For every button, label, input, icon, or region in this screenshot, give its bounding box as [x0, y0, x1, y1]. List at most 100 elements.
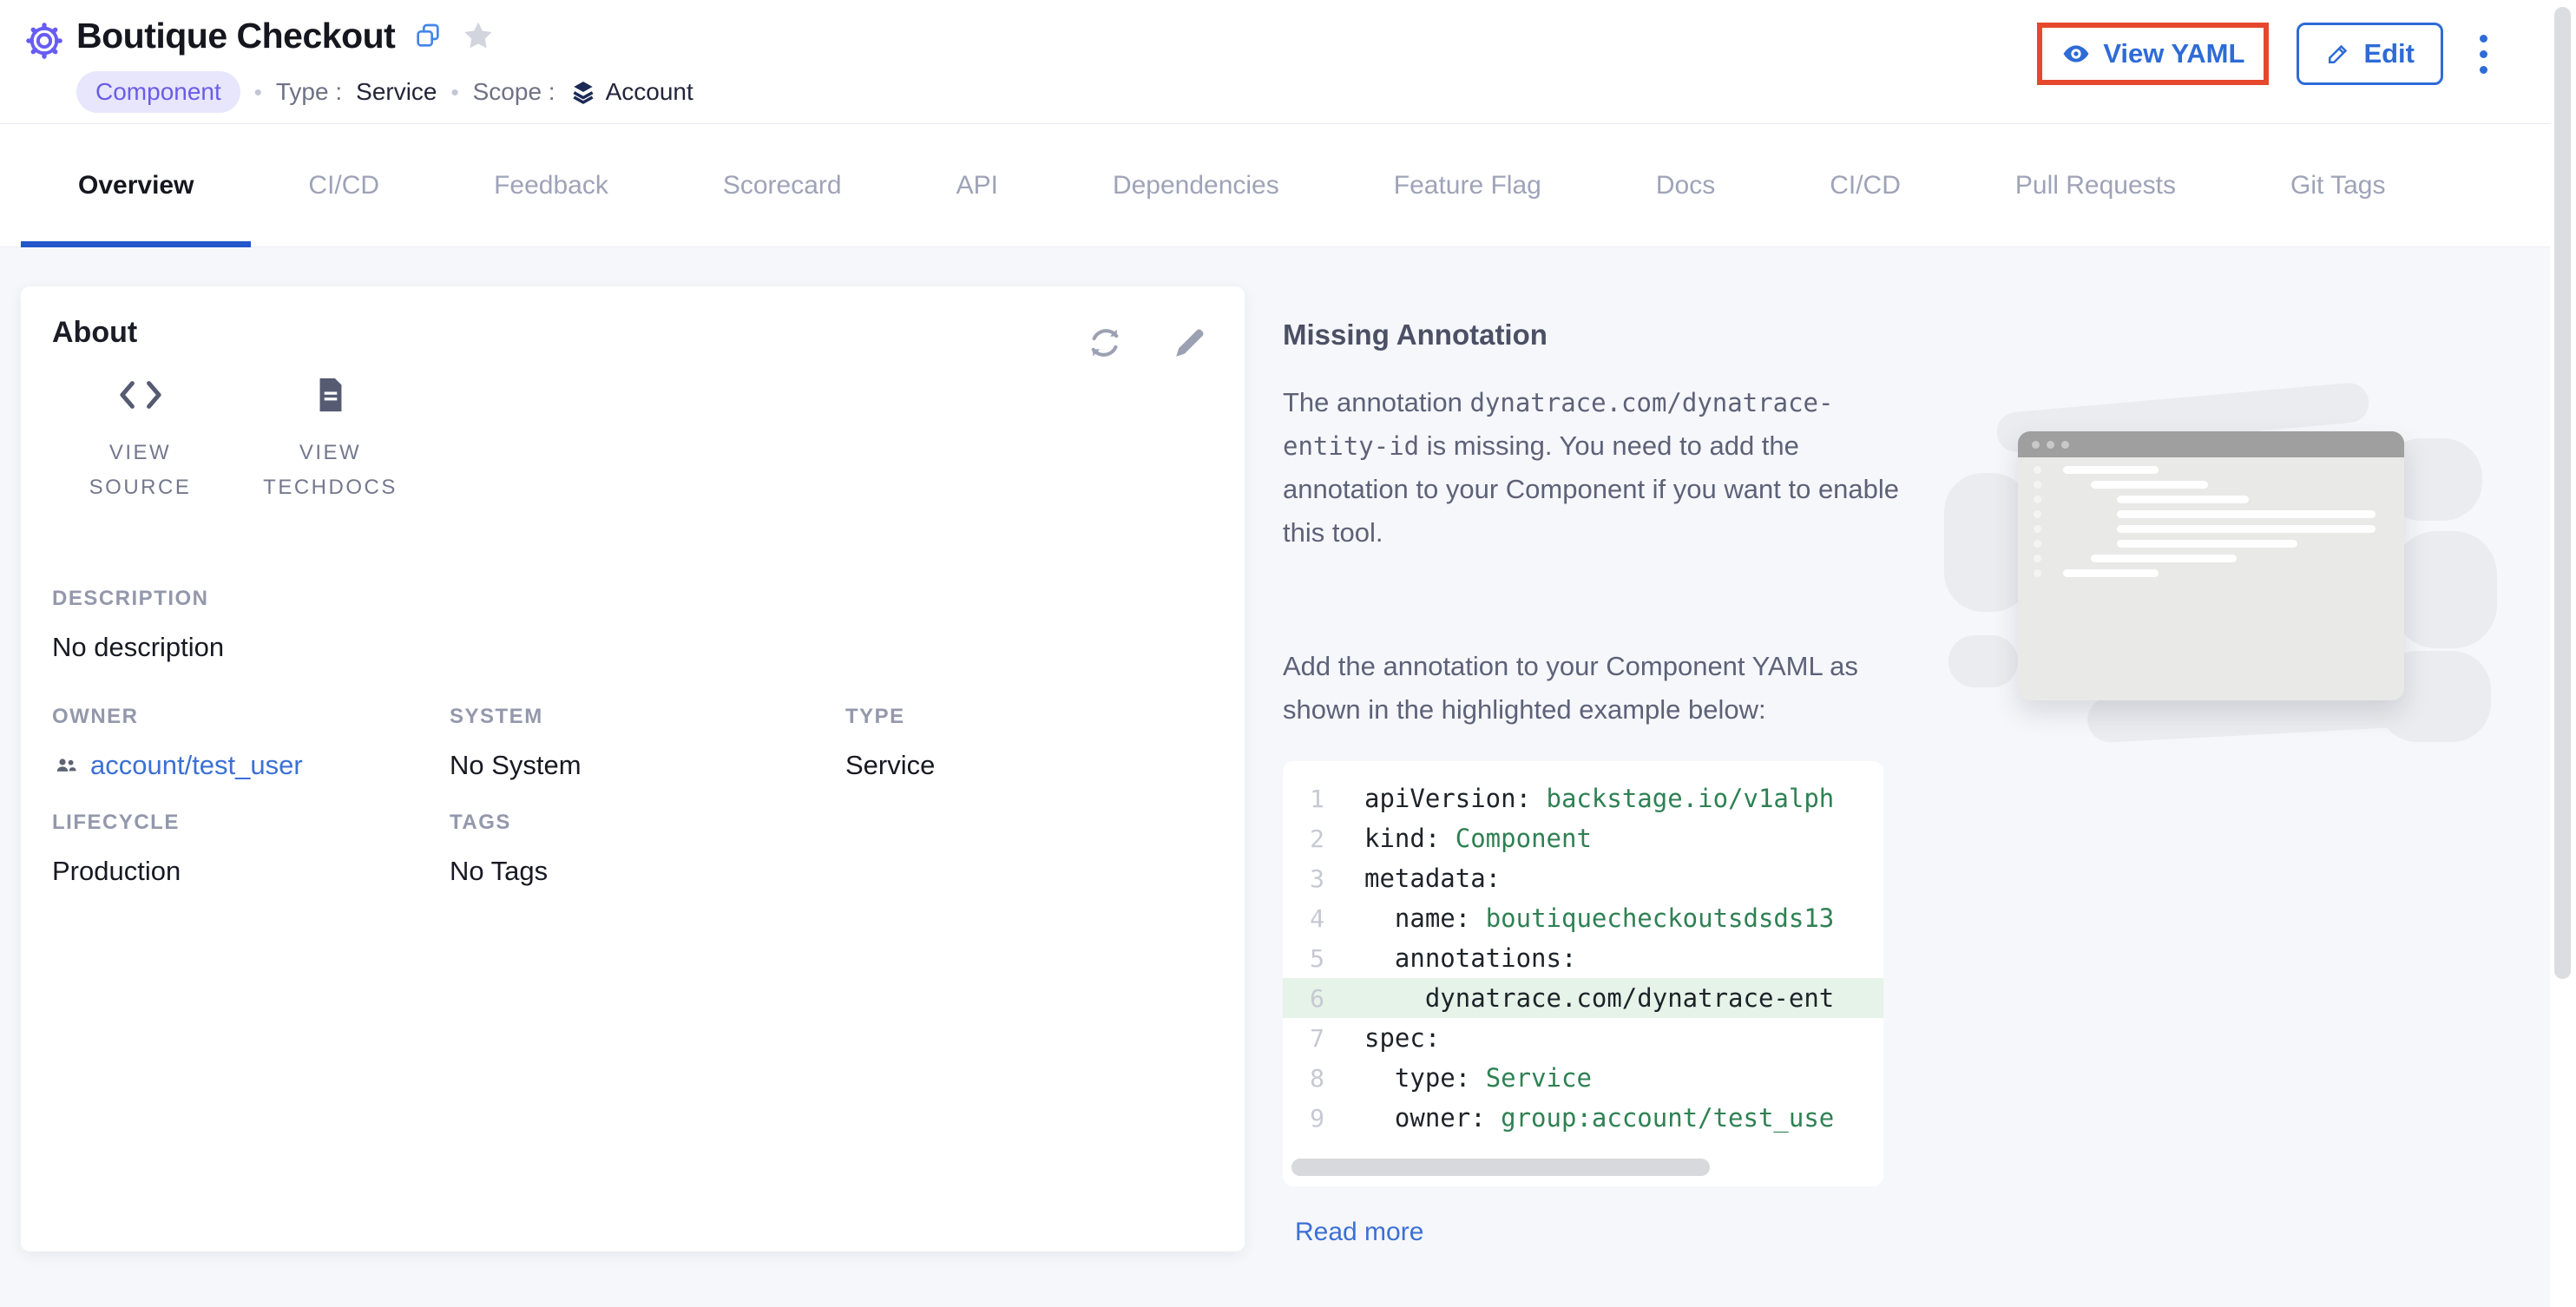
field-type: TYPE Service: [845, 705, 935, 781]
field-label: SYSTEM: [450, 705, 582, 729]
field-tags: TAGS No Tags: [450, 811, 548, 887]
edit-button[interactable]: Edit: [2297, 23, 2443, 85]
field-label: TYPE: [845, 705, 935, 729]
favorite-star-icon[interactable]: [461, 18, 496, 53]
field-value: Service: [845, 750, 935, 781]
field-value: Production: [52, 856, 181, 887]
tab-feedback[interactable]: Feedback: [437, 125, 666, 246]
tab-pull-requests[interactable]: Pull Requests: [1958, 125, 2233, 246]
field-label: DESCRIPTION: [52, 587, 224, 611]
field-value: No description: [52, 632, 224, 663]
field-label: OWNER: [52, 705, 303, 729]
field-lifecycle: LIFECYCLE Production: [52, 811, 181, 887]
view-source-label: VIEW SOURCE: [69, 436, 212, 505]
tab-feature-flag[interactable]: Feature Flag: [1337, 125, 1599, 246]
scribble-shape: [1948, 635, 2018, 687]
group-people-icon: [52, 752, 80, 779]
field-description: DESCRIPTION No description: [52, 587, 224, 663]
component-gear-icon: [24, 21, 64, 61]
code-lines: 1apiVersion: backstage.io/v1alph2kind: C…: [1283, 778, 1883, 1138]
separator-dot: •: [451, 79, 459, 106]
title-row: Boutique Checkout: [76, 10, 496, 61]
code-line: 1apiVersion: backstage.io/v1alph: [1283, 778, 1883, 818]
yaml-code-block: 1apiVersion: backstage.io/v1alph2kind: C…: [1283, 761, 1883, 1186]
code-line: 4 name: boutiquecheckoutsdsds13: [1283, 898, 1883, 938]
line-number: 4: [1283, 904, 1324, 933]
browser-window-graphic: [2018, 431, 2404, 700]
code-icon: [115, 375, 166, 415]
code-text: spec:: [1324, 1023, 1440, 1053]
tab-ci-cd[interactable]: CI/CD: [1772, 125, 1958, 246]
scope-group: Account: [569, 78, 693, 106]
account-layers-icon: [569, 78, 597, 106]
scope-label: Scope :: [473, 78, 555, 106]
code-text: owner: group:account/test_use: [1324, 1103, 1834, 1133]
tab-git-tags[interactable]: Git Tags: [2233, 125, 2443, 246]
tab-docs[interactable]: Docs: [1599, 125, 1772, 246]
line-number: 1: [1283, 785, 1324, 813]
line-number: 6: [1283, 984, 1324, 1013]
vertical-scrollbar[interactable]: [2554, 7, 2571, 979]
view-yaml-button[interactable]: View YAML: [2061, 38, 2244, 69]
annotation-paragraph: The annotation dynatrace.com/dynatrace-e…: [1283, 381, 1904, 555]
field-owner: OWNER account/test_user: [52, 705, 303, 781]
owner-link[interactable]: account/test_user: [52, 750, 303, 781]
refresh-icon[interactable]: [1087, 325, 1123, 361]
line-number: 9: [1283, 1104, 1324, 1133]
view-yaml-highlight-box: View YAML: [2037, 23, 2269, 85]
tab-overview[interactable]: Overview: [21, 125, 251, 246]
code-line: 5 annotations:: [1283, 938, 1883, 978]
code-line: 9 owner: group:account/test_use: [1283, 1098, 1883, 1138]
line-number: 7: [1283, 1024, 1324, 1053]
code-text: type: Service: [1324, 1063, 1592, 1093]
scrollbar-gutter: [2550, 0, 2576, 1307]
view-yaml-label: View YAML: [2103, 38, 2244, 69]
more-options-kebab-icon[interactable]: [2471, 28, 2496, 81]
view-source-link[interactable]: VIEW SOURCE: [56, 375, 225, 505]
separator-dot: •: [254, 79, 262, 106]
code-text: name: boutiquecheckoutsdsds13: [1324, 903, 1834, 933]
field-label: LIFECYCLE: [52, 811, 181, 835]
eye-icon: [2061, 39, 2091, 69]
line-number: 3: [1283, 864, 1324, 893]
edit-about-pencil-icon[interactable]: [1172, 325, 1208, 361]
page-header: Boutique Checkout Component • Type : Ser…: [0, 0, 2576, 124]
about-card: About: [21, 286, 1245, 1251]
read-more-link[interactable]: Read more: [1295, 1218, 1423, 1247]
field-label: TAGS: [450, 811, 548, 835]
code-line: 2kind: Component: [1283, 818, 1883, 858]
tab-api[interactable]: API: [899, 125, 1055, 246]
code-text: dynatrace.com/dynatrace-ent: [1324, 983, 1834, 1013]
line-number: 2: [1283, 824, 1324, 853]
code-line: 3metadata:: [1283, 858, 1883, 898]
field-value: No System: [450, 750, 582, 781]
tab-scorecard[interactable]: Scorecard: [666, 125, 899, 246]
type-label: Type :: [276, 78, 342, 106]
kind-badge: Component: [76, 71, 240, 113]
annotation-text: The annotation: [1283, 387, 1469, 417]
code-line: 7spec:: [1283, 1018, 1883, 1058]
window-titlebar: [2018, 431, 2404, 457]
edit-label: Edit: [2363, 38, 2415, 69]
copy-name-icon[interactable]: [414, 22, 442, 49]
code-text: annotations:: [1324, 943, 1576, 973]
docs-icon: [311, 375, 351, 415]
tab-dependencies[interactable]: Dependencies: [1055, 125, 1337, 246]
view-techdocs-link[interactable]: VIEW TECHDOCS: [246, 375, 415, 505]
content-area: About: [0, 247, 2576, 1307]
header-actions: View YAML Edit: [2037, 23, 2496, 85]
about-card-title: About: [52, 316, 137, 350]
about-card-actions: [1087, 325, 1208, 361]
field-value: No Tags: [450, 856, 548, 887]
type-value: Service: [356, 78, 437, 106]
field-system: SYSTEM No System: [450, 705, 582, 781]
owner-link-label: account/test_user: [90, 750, 303, 781]
tab-ci-cd[interactable]: CI/CD: [251, 125, 437, 246]
scope-value: Account: [606, 78, 693, 106]
code-line: 8 type: Service: [1283, 1058, 1883, 1098]
missing-annotation-title: Missing Annotation: [1283, 319, 1548, 351]
page-title: Boutique Checkout: [76, 16, 395, 56]
code-text: kind: Component: [1324, 824, 1592, 853]
line-number: 8: [1283, 1064, 1324, 1093]
code-horizontal-scrollbar[interactable]: [1291, 1159, 1710, 1176]
